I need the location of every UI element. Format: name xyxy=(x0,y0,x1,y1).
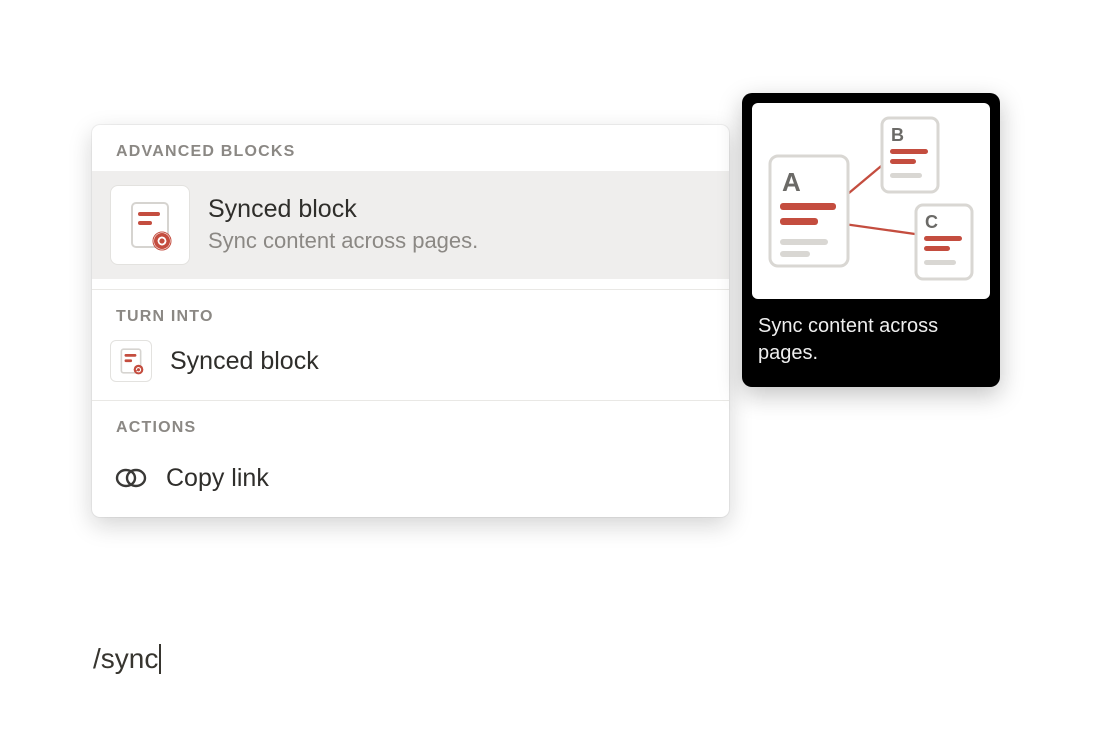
preview-caption: Sync content across pages. xyxy=(752,299,990,371)
menu-item-turn-into-synced-block[interactable]: Synced block xyxy=(92,336,729,400)
label-c: C xyxy=(925,212,938,232)
label-b: B xyxy=(891,125,904,145)
synced-block-icon xyxy=(110,185,190,265)
link-icon xyxy=(114,461,148,495)
menu-item-title: Synced block xyxy=(208,193,478,226)
section-header-turn-into: TURN INTO xyxy=(92,290,729,336)
slash-command-text: /sync xyxy=(93,643,158,675)
block-preview-tooltip: A B C Sync content across pages. xyxy=(742,93,1000,387)
menu-item-synced-block[interactable]: Synced block Sync content across pages. xyxy=(92,171,729,279)
section-header-advanced-blocks: ADVANCED BLOCKS xyxy=(92,125,729,171)
text-caret xyxy=(159,644,161,674)
slash-command-input[interactable]: /sync xyxy=(93,643,161,675)
menu-item-title: Copy link xyxy=(166,464,269,493)
section-header-actions: ACTIONS xyxy=(92,401,729,447)
synced-block-icon xyxy=(110,340,152,382)
menu-item-title: Synced block xyxy=(170,345,319,378)
slash-command-menu: ADVANCED BLOCKS Synced block Sync conten xyxy=(92,125,729,517)
menu-item-subtitle: Sync content across pages. xyxy=(208,226,478,257)
synced-block-preview-illustration: A B C xyxy=(752,103,990,299)
menu-item-copy-link[interactable]: Copy link xyxy=(92,447,729,517)
label-a: A xyxy=(782,167,801,197)
